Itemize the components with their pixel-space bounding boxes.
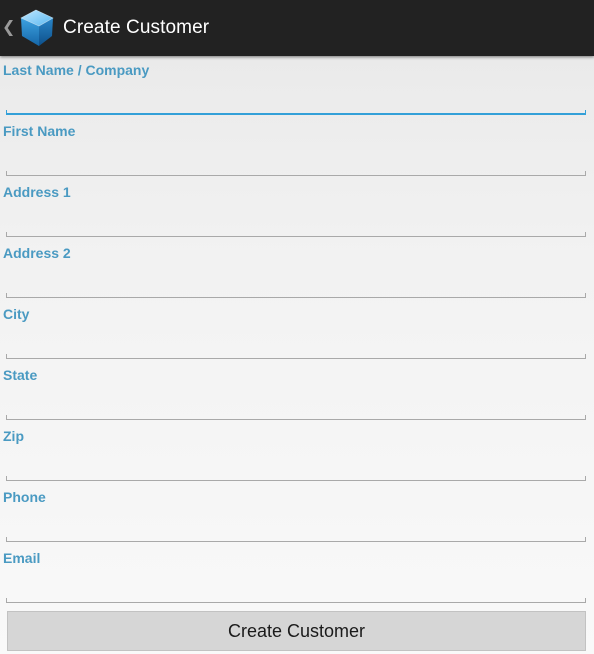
- field-last-name-company: Last Name / Company: [0, 56, 594, 117]
- state-input[interactable]: [6, 389, 586, 417]
- field-label: State: [3, 367, 38, 383]
- field-underline: [6, 598, 586, 603]
- field-label: Address 2: [3, 245, 71, 261]
- field-email: Email: [0, 544, 594, 605]
- field-address-2: Address 2: [0, 239, 594, 300]
- field-underline: [6, 537, 586, 542]
- address-1-input[interactable]: [6, 206, 586, 234]
- field-label: First Name: [3, 123, 76, 139]
- field-label: Email: [3, 550, 41, 566]
- page-title: Create Customer: [63, 17, 210, 38]
- email-input[interactable]: [6, 572, 586, 600]
- last-name-company-input[interactable]: [6, 84, 586, 112]
- action-bar: ❮ Create Customer: [0, 0, 594, 56]
- chevron-left-icon[interactable]: ❮: [2, 0, 15, 56]
- field-label: City: [3, 306, 30, 322]
- field-label: Address 1: [3, 184, 71, 200]
- field-underline: [6, 415, 586, 420]
- zip-input[interactable]: [6, 450, 586, 478]
- field-address-1: Address 1: [0, 178, 594, 239]
- first-name-input[interactable]: [6, 145, 586, 173]
- field-underline: [6, 476, 586, 481]
- field-label: Phone: [3, 489, 46, 505]
- field-underline: [6, 110, 586, 115]
- field-label: Last Name / Company: [3, 62, 150, 78]
- phone-input[interactable]: [6, 511, 586, 539]
- cube-icon[interactable]: [13, 5, 59, 51]
- field-label: Zip: [3, 428, 24, 444]
- field-first-name: First Name: [0, 117, 594, 178]
- field-zip: Zip: [0, 422, 594, 483]
- city-input[interactable]: [6, 328, 586, 356]
- create-customer-button[interactable]: Create Customer: [7, 611, 586, 651]
- field-underline: [6, 232, 586, 237]
- create-customer-form: Last Name / Company First Name Address 1…: [0, 56, 594, 605]
- field-underline: [6, 171, 586, 176]
- field-underline: [6, 293, 586, 298]
- field-city: City: [0, 300, 594, 361]
- address-2-input[interactable]: [6, 267, 586, 295]
- field-underline: [6, 354, 586, 359]
- field-state: State: [0, 361, 594, 422]
- field-phone: Phone: [0, 483, 594, 544]
- cube-icon-graphic: [20, 9, 54, 46]
